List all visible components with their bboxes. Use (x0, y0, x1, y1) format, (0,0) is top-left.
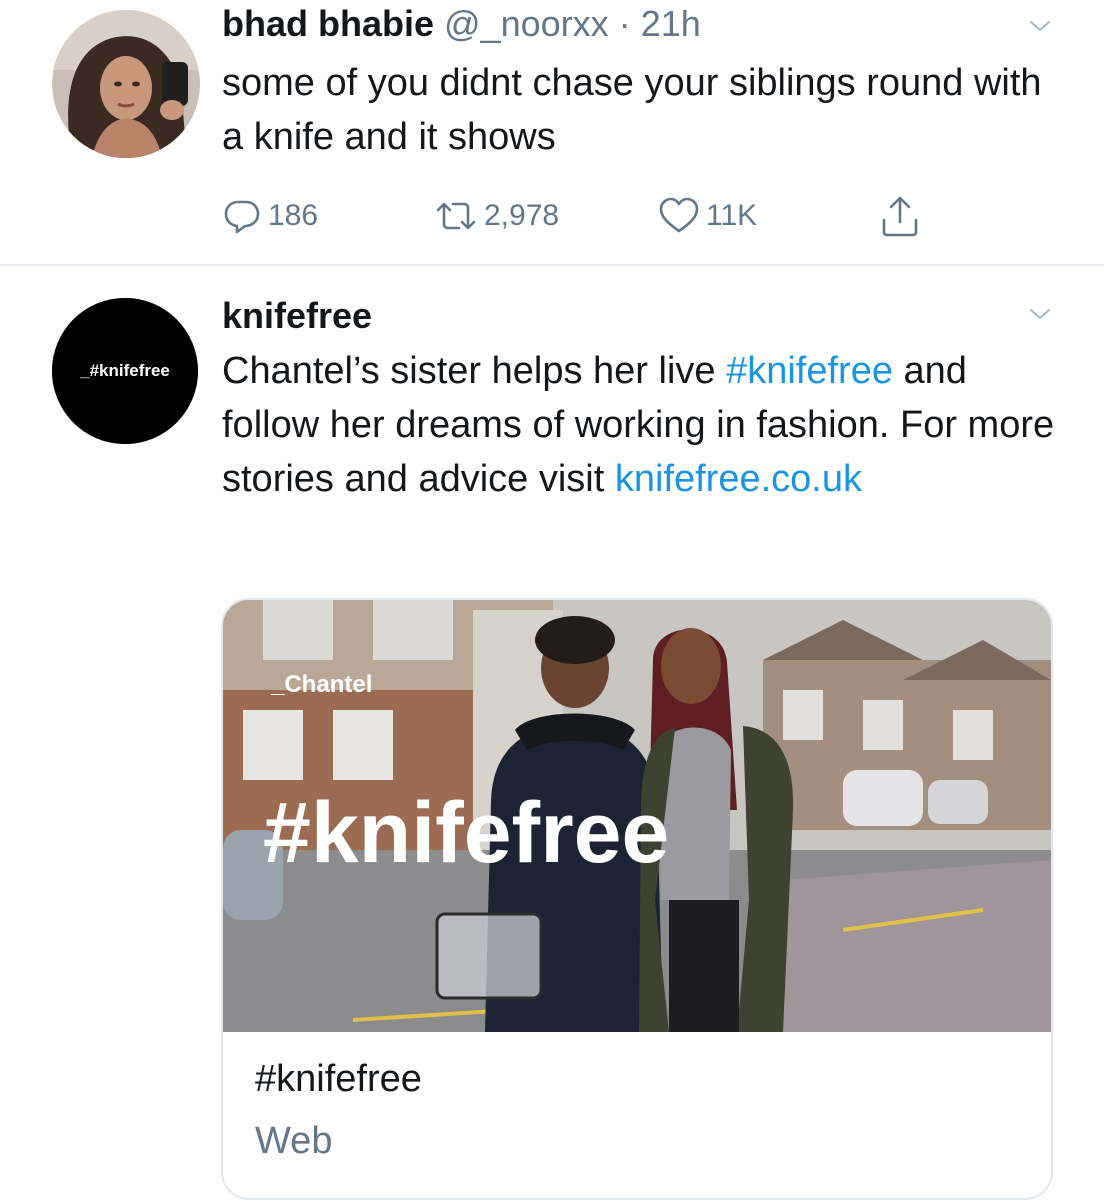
timestamp[interactable]: 21h (641, 3, 701, 44)
card-name-tag: _Chantel (270, 671, 372, 698)
knifefree-logo: _#knifefree (52, 298, 198, 444)
tweet-bhad-bhabie[interactable]: bhad bhabie @_noorxx · 21h some of you d… (0, 0, 1104, 265)
share-icon (882, 196, 918, 237)
reply-icon (224, 200, 260, 234)
like-count: 11K (706, 199, 758, 232)
retweet-count: 2,978 (484, 199, 560, 232)
tweet-knifefree[interactable]: _#knifefree knifefree Chantel’s sister h… (0, 266, 1104, 1200)
avatar[interactable]: _#knifefree (52, 298, 198, 444)
share-button[interactable] (880, 190, 920, 242)
separator-dot: · (618, 3, 631, 44)
reply-count: 186 (268, 199, 319, 232)
tweet-text: Chantel’s sister helps her live #knifefr… (222, 344, 1062, 506)
card-domain: Web (255, 1120, 333, 1162)
card-image: _Chantel #knifefree (223, 600, 1051, 1032)
tweet-actions: 186 2,978 11K (222, 190, 942, 242)
card-overlay-hashtag: #knifefree (263, 785, 669, 881)
tweet-header: bhad bhabie @_noorxx · 21h (222, 2, 701, 46)
avatar-logo-text: _#knifefree (79, 361, 170, 380)
tweet-text-part: Chantel’s sister helps her live (222, 350, 727, 392)
chevron-down-icon[interactable] (1029, 15, 1051, 37)
chevron-down-icon[interactable] (1029, 303, 1051, 325)
retweet-button[interactable]: 2,978 (434, 190, 559, 242)
retweet-icon (436, 202, 476, 230)
url-link[interactable]: knifefree.co.uk (615, 458, 862, 500)
tweet-text: some of you didnt chase your siblings ro… (222, 62, 1042, 158)
hashtag-link[interactable]: #knifefree (726, 350, 893, 392)
tweet-header: knifefree (222, 294, 372, 338)
card-title: #knifefree (255, 1058, 422, 1100)
like-button[interactable]: 11K (658, 190, 757, 242)
avatar[interactable] (52, 10, 200, 158)
display-name[interactable]: knifefree (222, 295, 372, 336)
reply-button[interactable]: 186 (222, 190, 318, 242)
link-card[interactable]: _Chantel #knifefree #knifefree Web (221, 598, 1053, 1200)
like-icon (659, 197, 699, 233)
avatar-photo (52, 10, 200, 158)
user-handle[interactable]: @_noorxx (444, 3, 609, 44)
display-name[interactable]: bhad bhabie (222, 3, 434, 44)
